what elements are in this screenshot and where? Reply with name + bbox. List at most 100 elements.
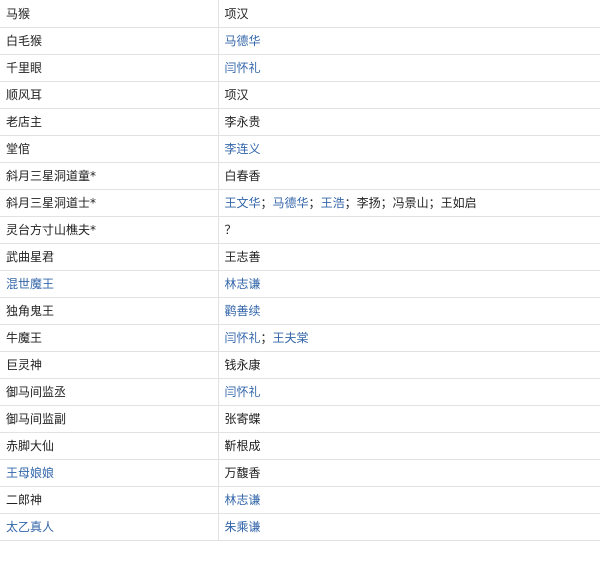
- role-cell: 牛魔王: [0, 323, 219, 352]
- cast-table-body: 马猴 项汉 白毛猴 马德华 千里眼 闫怀礼 顺风耳 项汉 老店主 李永贵 堂倌 李连义 斜月三星洞道童*…: [0, 0, 600, 541]
- role-text: 马猴: [6, 6, 31, 21]
- actor-cell: 万馥香: [217, 458, 600, 487]
- actor-cell: 闫怀礼: [217, 53, 600, 82]
- actor-link[interactable]: 林志谦: [225, 493, 261, 507]
- table-row: 斜月三星洞道士* 王文华；马德华；王浩；李扬；冯景山；王如启: [0, 188, 600, 217]
- actor-text: 李永贵: [224, 115, 261, 129]
- role-cell: 武曲星君: [0, 242, 219, 271]
- actor-link[interactable]: 马德华: [225, 34, 261, 48]
- actor-cell: 张寄蝶: [217, 404, 600, 433]
- actor-cell: 项汉: [217, 80, 600, 109]
- table-row: 太乙真人 朱乘谦: [0, 512, 600, 541]
- actor-cell: 闫怀礼: [217, 377, 600, 406]
- actor-link[interactable]: 马德华: [273, 196, 309, 210]
- actor-link[interactable]: 鹳善续: [225, 304, 261, 318]
- table-row: 混世魔王 林志谦: [0, 269, 600, 298]
- table-row: 堂倌 李连义: [0, 134, 600, 163]
- table-row: 老店主 李永贵: [0, 107, 600, 136]
- actor-cell: 王志善: [217, 242, 600, 271]
- actor-text: 张寄蝶: [224, 412, 261, 426]
- role-cell: 千里眼: [0, 53, 219, 82]
- table-row: 斜月三星洞道童* 白春香: [0, 161, 600, 190]
- table-row: 巨灵神 钱永康: [0, 350, 600, 379]
- actor-text: ；: [260, 196, 273, 210]
- role-text: 堂倌: [6, 142, 31, 156]
- actor-link[interactable]: 朱乘谦: [225, 520, 261, 534]
- actor-text: ；: [260, 331, 273, 345]
- role-text: 御马间监丞: [6, 385, 67, 399]
- actor-link[interactable]: 王浩: [321, 196, 345, 210]
- role-cell: 灵台方寸山樵夫*: [0, 215, 219, 244]
- table-row: 千里眼 闫怀礼: [0, 53, 600, 82]
- actor-cell: 马德华: [217, 26, 600, 55]
- role-text: 巨灵神: [6, 358, 43, 372]
- role-cell: 御马间监副: [0, 404, 219, 433]
- role-cell: 赤脚大仙: [0, 431, 219, 460]
- table-row: 赤脚大仙 靳根成: [0, 431, 600, 460]
- role-cell: 堂倌: [0, 134, 219, 163]
- role-cell: 御马间监丞: [0, 377, 219, 406]
- role-text: 千里眼: [6, 61, 43, 75]
- actor-text: 靳根成: [224, 439, 261, 453]
- table-row: 御马间监副 张寄蝶: [0, 404, 600, 433]
- actor-cell: 闫怀礼；王夫棠: [217, 323, 600, 352]
- role-text: 牛魔王: [6, 331, 43, 345]
- role-link[interactable]: 王母娘娘: [6, 466, 54, 480]
- role-text: 老店主: [6, 115, 43, 129]
- role-cell: 王母娘娘: [0, 458, 219, 487]
- actor-link[interactable]: 闫怀礼: [225, 61, 261, 75]
- role-text: 斜月三星洞道士*: [6, 196, 97, 210]
- table-row: 二郎神 林志谦: [0, 485, 600, 514]
- actor-cell: 李连义: [217, 134, 600, 163]
- actor-link[interactable]: 王文华: [225, 196, 261, 210]
- role-text: 灵台方寸山樵夫*: [6, 223, 97, 237]
- role-text: 斜月三星洞道童*: [6, 169, 97, 183]
- role-text: 独角鬼王: [6, 304, 55, 318]
- actor-text: 王志善: [224, 250, 261, 264]
- role-text: 顺风耳: [6, 88, 43, 102]
- actor-text: ；李扬；冯景山；王如启: [344, 196, 477, 210]
- role-cell: 白毛猴: [0, 26, 219, 55]
- actor-text: 钱永康: [224, 358, 261, 372]
- role-cell: 独角鬼王: [0, 296, 219, 325]
- role-cell: 太乙真人: [0, 512, 219, 541]
- actor-text: ？: [224, 223, 237, 237]
- role-text: 武曲星君: [6, 250, 55, 264]
- role-cell: 混世魔王: [0, 269, 219, 298]
- role-cell: 老店主: [0, 107, 219, 136]
- actor-link[interactable]: 李连义: [225, 142, 261, 156]
- table-row: 王母娘娘 万馥香: [0, 458, 600, 487]
- actor-link[interactable]: 闫怀礼: [225, 385, 261, 399]
- role-cell: 马猴: [0, 0, 219, 28]
- role-text: 赤脚大仙: [6, 439, 55, 453]
- role-cell: 斜月三星洞道童*: [0, 161, 219, 190]
- table-row: 马猴 项汉: [0, 0, 600, 28]
- actor-text: 万馥香: [224, 466, 261, 480]
- actor-link[interactable]: 林志谦: [225, 277, 261, 291]
- role-text: 御马间监副: [6, 412, 67, 426]
- role-cell: 斜月三星洞道士*: [0, 188, 219, 217]
- actor-cell: 林志谦: [217, 269, 600, 298]
- role-cell: 二郎神: [0, 485, 219, 514]
- actor-cell: 鹳善续: [217, 296, 600, 325]
- actor-text: 项汉: [224, 6, 249, 21]
- role-text: 白毛猴: [6, 34, 43, 48]
- actor-cell: 靳根成: [217, 431, 600, 460]
- role-cell: 顺风耳: [0, 80, 219, 109]
- actor-link[interactable]: 王夫棠: [273, 331, 309, 345]
- actor-cell: ？: [217, 215, 600, 244]
- actor-link[interactable]: 闫怀礼: [225, 331, 261, 345]
- actor-cell: 项汉: [217, 0, 600, 28]
- table-row: 顺风耳 项汉: [0, 80, 600, 109]
- role-text: 二郎神: [6, 493, 43, 507]
- actor-text: ；: [308, 196, 321, 210]
- cast-table: 马猴 项汉 白毛猴 马德华 千里眼 闫怀礼 顺风耳 项汉 老店主 李永贵 堂倌 李连义 斜月三星洞道童*…: [0, 0, 600, 541]
- table-row: 武曲星君 王志善: [0, 242, 600, 271]
- actor-text: 项汉: [224, 88, 249, 102]
- role-cell: 巨灵神: [0, 350, 219, 379]
- table-row: 独角鬼王 鹳善续: [0, 296, 600, 325]
- table-row: 白毛猴 马德华: [0, 26, 600, 55]
- role-link[interactable]: 混世魔王: [6, 277, 54, 291]
- table-row: 御马间监丞 闫怀礼: [0, 377, 600, 406]
- role-link[interactable]: 太乙真人: [6, 520, 54, 534]
